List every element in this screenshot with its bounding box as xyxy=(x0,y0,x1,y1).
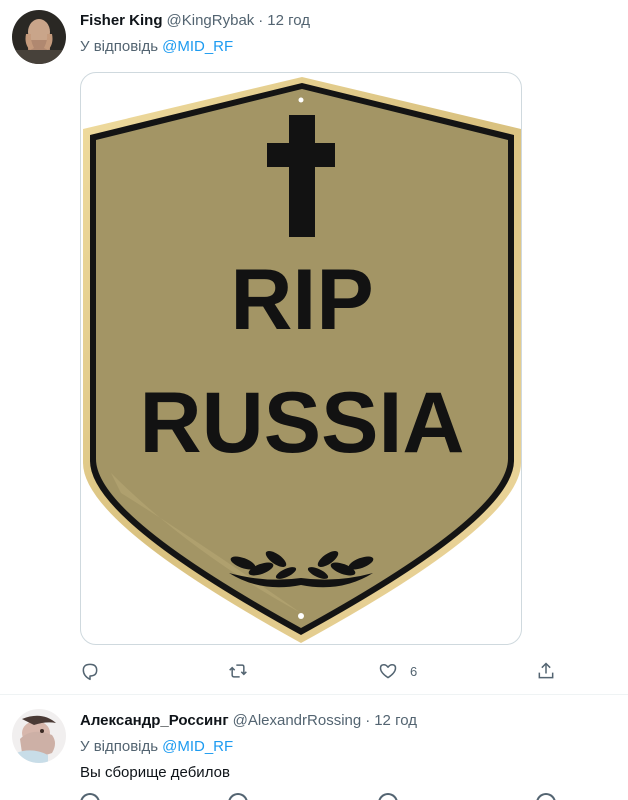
replying-to: У відповідь @MID_RF xyxy=(80,38,233,55)
user-handle[interactable]: @KingRybak xyxy=(167,12,255,29)
tweet-fisher-king[interactable]: Fisher King @KingRybak · 12 год У відпов… xyxy=(0,0,628,694)
replying-to: У відповідь @MID_RF xyxy=(80,738,233,755)
like-icon[interactable] xyxy=(378,793,398,800)
share-icon[interactable] xyxy=(536,793,556,800)
timestamp[interactable]: 12 год xyxy=(267,12,310,29)
reply-icon xyxy=(82,663,98,681)
reply-button[interactable] xyxy=(80,658,112,684)
display-name[interactable]: Fisher King xyxy=(80,12,163,29)
like-icon xyxy=(379,664,397,679)
like-button[interactable]: 6 xyxy=(378,658,417,684)
share-button[interactable] xyxy=(536,658,556,684)
avatar-fisher-king[interactable] xyxy=(12,10,66,64)
tweet-text: Вы сборище дебилов xyxy=(80,764,230,781)
nail-hole-top xyxy=(298,97,304,103)
mention-link[interactable]: @MID_RF xyxy=(162,738,233,755)
tweet-actions: 6 xyxy=(80,658,560,684)
timestamp[interactable]: 12 год xyxy=(374,712,417,729)
display-name[interactable]: Александр_Россинг xyxy=(80,712,229,729)
tweet-image[interactable]: RIP RUSSIA xyxy=(80,72,522,645)
image-text-rip: RIP xyxy=(230,252,373,348)
nail-hole-bottom xyxy=(298,613,304,619)
retweet-icon[interactable] xyxy=(228,793,248,800)
share-icon xyxy=(538,662,554,679)
avatar-alexandr-rossing[interactable] xyxy=(12,709,66,763)
reply-icon[interactable] xyxy=(80,793,100,800)
tweet-header: Fisher King @KingRybak · 12 год xyxy=(80,12,310,29)
separator-dot: · xyxy=(365,712,371,729)
like-count: 6 xyxy=(410,663,418,679)
user-handle[interactable]: @AlexandrRossing xyxy=(233,712,362,729)
tweet-alexandr-rossing[interactable]: Александр_Россинг @AlexandrRossing · 12 … xyxy=(0,695,628,800)
tweet-actions-partial xyxy=(80,793,560,800)
separator-dot: · xyxy=(258,12,264,29)
retweet-icon xyxy=(229,664,247,678)
shield-image: RIP RUSSIA xyxy=(83,77,521,643)
replying-label: У відповідь xyxy=(80,38,159,55)
image-text-russia: RUSSIA xyxy=(140,375,465,471)
replying-label: У відповідь xyxy=(80,738,159,755)
retweet-button[interactable] xyxy=(228,658,260,684)
tweet-header: Александр_Россинг @AlexandrRossing · 12 … xyxy=(80,712,417,729)
mention-link[interactable]: @MID_RF xyxy=(162,38,233,55)
